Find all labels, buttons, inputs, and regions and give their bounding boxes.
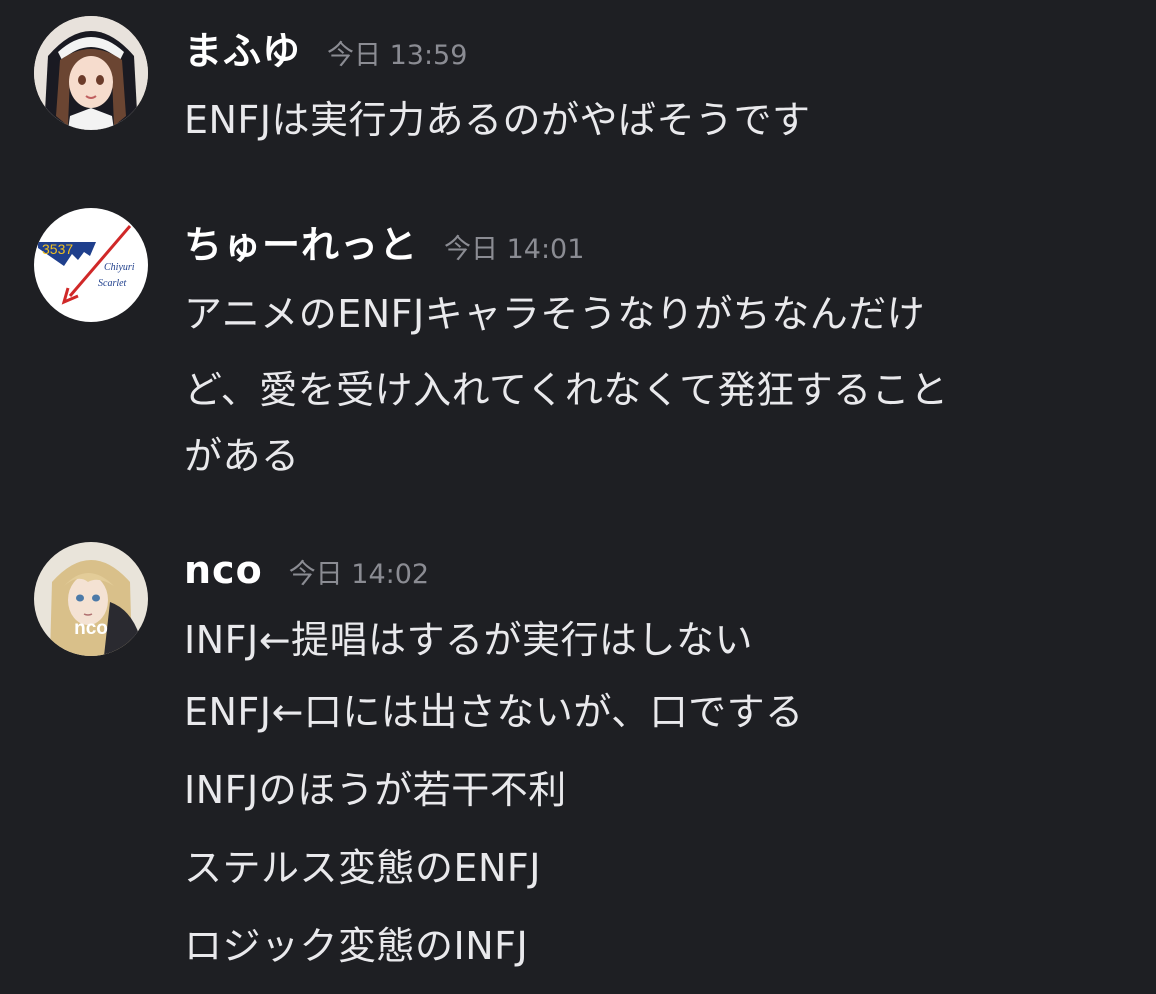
message-line: ENFJ←口には出さないが、口でする bbox=[184, 690, 804, 734]
avatar-logo-number: 3537 bbox=[42, 241, 73, 257]
blonde-girl-avatar-icon: nco bbox=[34, 542, 148, 656]
avatar-nco[interactable]: nco bbox=[34, 542, 148, 656]
message-line: INFJ←提唱はするが実行はしない bbox=[184, 618, 754, 662]
message-header: まふゆ 今日 13:59 bbox=[184, 20, 467, 80]
avatar-mafuyu[interactable] bbox=[34, 16, 148, 130]
message-line: ロジック変態のINFJ bbox=[184, 924, 529, 968]
timestamp: 今日 14:01 bbox=[444, 234, 585, 265]
message-line: アニメのENFJキャラそうなりがちなんだけ bbox=[184, 292, 926, 336]
avatar-logo-text-1: Chiyuri bbox=[104, 262, 135, 273]
avatar-label: nco bbox=[74, 618, 108, 639]
nun-girl-avatar-icon bbox=[34, 16, 148, 130]
username[interactable]: nco bbox=[184, 548, 263, 592]
message-header: nco 今日 14:02 bbox=[184, 548, 429, 608]
message-line: INFJのほうが若干不利 bbox=[184, 768, 567, 812]
timestamp: 今日 14:02 bbox=[288, 559, 430, 590]
avatar-logo-text-2: Scarlet bbox=[98, 278, 127, 289]
message-line: ど、愛を受け入れてくれなくて発狂すること bbox=[184, 368, 949, 412]
chiyuri-scarlet-logo-avatar-icon: 3537 Chiyuri Scarlet bbox=[34, 208, 148, 322]
username[interactable]: ちゅーれっと bbox=[184, 214, 418, 269]
avatar-chuuretto[interactable]: 3537 Chiyuri Scarlet bbox=[34, 208, 148, 322]
message-header: ちゅーれっと 今日 14:01 bbox=[184, 214, 584, 274]
message-line: ステルス変態のENFJ bbox=[184, 846, 542, 890]
message-line: がある bbox=[184, 434, 300, 478]
timestamp: 今日 13:59 bbox=[327, 40, 468, 71]
username[interactable]: まふゆ bbox=[184, 20, 301, 75]
message-line: ENFJは実行力あるのがやばそうです bbox=[184, 98, 811, 142]
